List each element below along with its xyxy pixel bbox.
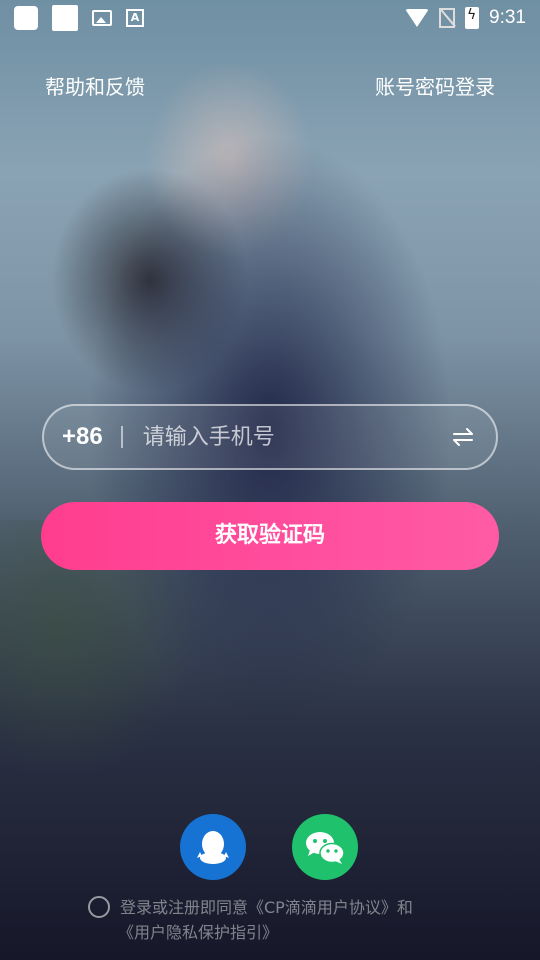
password-login-link[interactable]: 账号密码登录: [375, 72, 495, 102]
input-divider: [120, 426, 123, 448]
status-bar: A 9:31: [0, 0, 540, 36]
qq-icon: [197, 831, 229, 864]
swap-icon[interactable]: [452, 428, 474, 446]
agreement-line-1[interactable]: 登录或注册即同意《CP滴滴用户协议》和: [120, 898, 413, 917]
qq-login-button[interactable]: [180, 814, 246, 880]
app-notification-icon: [52, 5, 78, 31]
wechat-icon: [306, 832, 345, 864]
gallery-icon: [92, 10, 112, 26]
status-time: 9:31: [489, 7, 526, 28]
background-photo: [0, 0, 540, 960]
app-notification-icon: [14, 6, 38, 30]
wechat-login-button[interactable]: [292, 814, 358, 880]
battery-charging-icon: [465, 7, 480, 29]
country-code-selector[interactable]: +86: [62, 423, 103, 451]
agreement-text: 登录或注册即同意《CP滴滴用户协议》和 《用户隐私保护指引》: [118, 895, 480, 945]
font-icon: A: [126, 9, 144, 27]
agreement-checkbox[interactable]: [88, 896, 110, 918]
phone-input-container: +86: [42, 404, 498, 470]
no-sim-icon: [439, 8, 456, 28]
help-feedback-link[interactable]: 帮助和反馈: [45, 72, 145, 102]
wifi-icon: [405, 9, 430, 27]
phone-number-input[interactable]: [140, 423, 452, 451]
agreement-line-2[interactable]: 《用户隐私保护指引》: [118, 920, 480, 945]
get-verification-code-button[interactable]: 获取验证码: [41, 502, 499, 570]
